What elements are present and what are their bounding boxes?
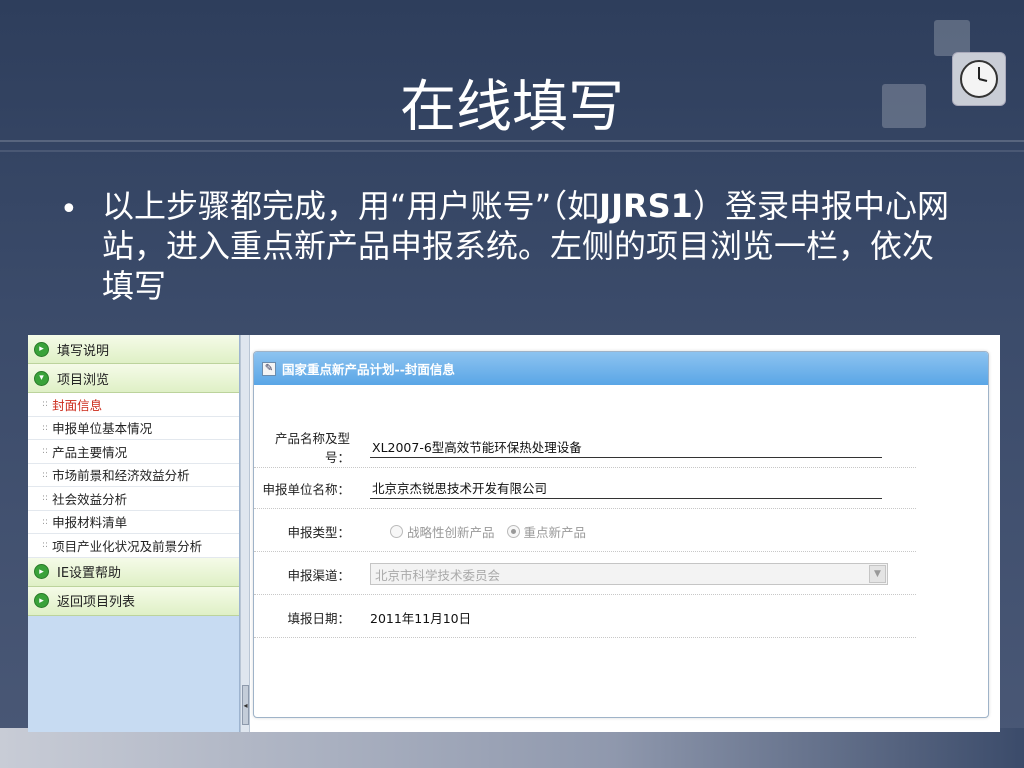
date-label: 填报日期： <box>287 610 350 626</box>
bullet-icon: :: <box>42 399 49 410</box>
app-screenshot: ▸ 填写说明 ▾ 项目浏览 :: 封面信息 :: 申报单位基本情况 :: 产品主要情况… <box>28 335 1000 732</box>
sidebar-item-label: 封面信息 <box>52 397 103 413</box>
expand-icon: ▾ <box>34 370 49 386</box>
nav-head-instructions[interactable]: ▸ 填写说明 <box>28 335 239 364</box>
type-label: 申报类型： <box>287 524 350 540</box>
sidebar-item-social-benefit[interactable]: :: 社会效益分析 <box>28 487 239 511</box>
date-value: 2011年11月10日 <box>370 610 472 626</box>
sidebar-item-cover-info[interactable]: :: 封面信息 <box>28 393 239 417</box>
bullet-icon: :: <box>42 469 49 480</box>
bullet-text-part: 以上步骤都完成，用“用户账号”（如 <box>102 187 600 225</box>
bullet-icon: :: <box>42 540 49 551</box>
form-row-product: 产品名称及型号： XL2007-6型高效节能环保热处理设备 <box>254 427 916 468</box>
product-name-label: 产品名称及型号： <box>274 431 350 465</box>
sidebar-item-market-analysis[interactable]: :: 市场前景和经济效益分析 <box>28 463 239 487</box>
bullet-text: 以上步骤都完成，用“用户账号”（如JJRS1）登录申报中心网站，进入重点新产品申… <box>102 186 960 306</box>
expand-icon: ▸ <box>34 341 49 357</box>
edit-pencil-icon: ✎ <box>262 361 276 376</box>
sidebar-item-label: 申报材料清单 <box>52 515 128 531</box>
collapse-handle-icon[interactable]: ◂ <box>242 685 249 725</box>
bullet-icon: :: <box>42 446 49 457</box>
bullet-icon: :: <box>42 493 49 504</box>
sidebar-item-label: 项目产业化状况及前景分析 <box>52 538 203 554</box>
bullet-dot-icon: • <box>60 192 78 227</box>
radio-circle-icon <box>390 524 403 538</box>
nav-head-label: 填写说明 <box>57 343 110 359</box>
sidebar-item-industrialization[interactable]: :: 项目产业化状况及前景分析 <box>28 534 239 558</box>
sidebar-item-materials-list[interactable]: :: 申报材料清单 <box>28 510 239 534</box>
panel-header: ✎ 国家重点新产品计划--封面信息 <box>254 352 988 385</box>
nav-head-ie-help[interactable]: ▸ IE设置帮助 <box>28 557 239 587</box>
sidebar-item-unit-basic[interactable]: :: 申报单位基本情况 <box>28 416 239 440</box>
radio-strategic-product[interactable]: 战略性创新产品 <box>390 522 495 541</box>
unit-name-label: 申报单位名称： <box>262 481 350 497</box>
cover-info-panel: ✎ 国家重点新产品计划--封面信息 产品名称及型号： XL2007-6型高效节能… <box>253 351 989 718</box>
sidebar-item-label: 社会效益分析 <box>52 491 128 507</box>
main-area: ✎ 国家重点新产品计划--封面信息 产品名称及型号： XL2007-6型高效节能… <box>250 335 1000 732</box>
form-row-unit: 申报单位名称： 北京京杰锐思技术开发有限公司 <box>254 468 916 509</box>
radio-label: 重点新产品 <box>523 524 587 540</box>
sidebar-item-label: 市场前景和经济效益分析 <box>52 468 190 484</box>
sidebar: ▸ 填写说明 ▾ 项目浏览 :: 封面信息 :: 申报单位基本情况 :: 产品主要情况… <box>28 335 240 732</box>
sidebar-item-label: 申报单位基本情况 <box>52 421 153 437</box>
panel-title: 国家重点新产品计划--封面信息 <box>282 362 455 377</box>
bullet-text-bold: JJRS1 <box>599 187 693 225</box>
bg-square <box>934 20 970 56</box>
nav-head-label: 项目浏览 <box>57 372 110 388</box>
nav-head-label: 返回项目列表 <box>57 595 136 610</box>
radio-label: 战略性创新产品 <box>407 524 495 540</box>
form-row-type: 申报类型： 战略性创新产品 重点新产品 <box>254 511 916 552</box>
bullet-icon: :: <box>42 422 49 433</box>
sidebar-item-product-main[interactable]: :: 产品主要情况 <box>28 440 239 464</box>
bg-bottom-band <box>0 728 1024 768</box>
product-name-field[interactable]: XL2007-6型高效节能环保热处理设备 <box>370 436 882 458</box>
channel-label: 申报渠道： <box>287 567 350 583</box>
channel-select[interactable]: 北京市科学技术委员会 ▼ <box>370 563 888 585</box>
type-radio-group: 战略性创新产品 重点新产品 <box>390 522 598 541</box>
slide-title: 在线填写 <box>400 75 624 140</box>
form-row-date: 填报日期： 2011年11月10日 <box>254 597 916 638</box>
expand-icon: ▸ <box>34 564 49 579</box>
channel-selected-value: 北京市科学技术委员会 <box>375 567 501 583</box>
sidebar-item-label: 产品主要情况 <box>52 444 128 460</box>
form-row-channel: 申报渠道： 北京市科学技术委员会 ▼ <box>254 554 916 595</box>
unit-name-field[interactable]: 北京京杰锐思技术开发有限公司 <box>370 477 882 499</box>
bullet-point: • 以上步骤都完成，用“用户账号”（如JJRS1）登录申报中心网站，进入重点新产… <box>60 186 960 306</box>
chevron-down-icon[interactable]: ▼ <box>869 565 886 583</box>
bg-divider-line <box>0 150 1024 152</box>
nav-head-project-browse[interactable]: ▾ 项目浏览 <box>28 364 239 393</box>
radio-circle-checked-icon <box>506 524 520 538</box>
nav-head-label: IE设置帮助 <box>57 566 122 581</box>
nav-head-back-to-list[interactable]: ▸ 返回项目列表 <box>28 586 239 616</box>
sidebar-splitter[interactable]: ◂ <box>240 335 250 732</box>
bullet-icon: :: <box>42 516 49 527</box>
radio-key-new-product[interactable]: 重点新产品 <box>506 522 587 541</box>
expand-icon: ▸ <box>34 593 49 608</box>
